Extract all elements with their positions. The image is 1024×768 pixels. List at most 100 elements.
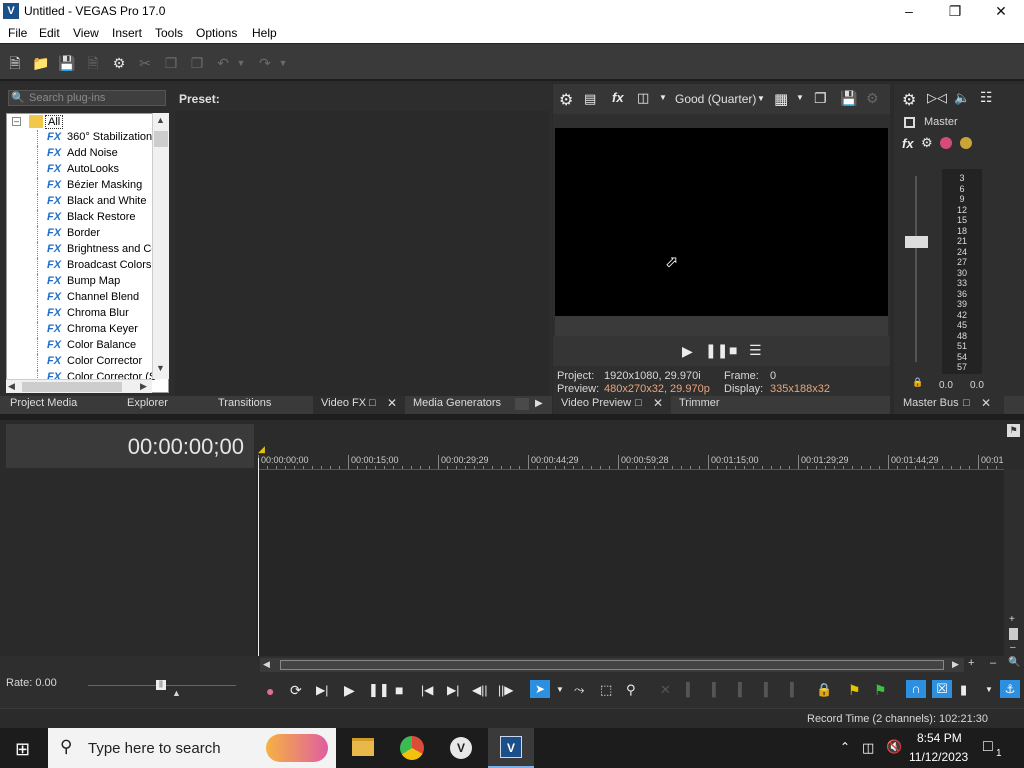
trim-icon[interactable]: ▍ [686, 682, 696, 698]
plugin-item[interactable]: FX Broadcast Colors [7, 258, 153, 274]
search-highlight-icon[interactable] [266, 734, 328, 762]
tray-expand-icon[interactable]: ⌃ [840, 740, 850, 754]
menu-edit[interactable]: Edit [39, 26, 60, 40]
network-icon[interactable]: ◫ [862, 740, 874, 756]
marker-icon[interactable]: ⚑ [1007, 424, 1020, 437]
go-to-end-icon[interactable]: ▶| [447, 683, 459, 697]
plugin-item[interactable]: FX Add Noise [7, 146, 153, 162]
edit-tool-dropdown-icon[interactable]: ▼ [556, 685, 564, 694]
vivaldi-icon[interactable]: V [450, 737, 472, 759]
zoom-in-icon[interactable]: + [968, 657, 974, 669]
plugin-item[interactable]: FX Channel Blend [7, 290, 153, 306]
preview-disabled-icon[interactable]: ⚙ [866, 90, 879, 107]
chrome-icon[interactable] [400, 736, 424, 760]
play-from-start-icon[interactable]: ▶| [316, 683, 328, 697]
plugin-item[interactable]: FX Chroma Blur [7, 306, 153, 322]
plugin-item[interactable]: FX Brightness and Co [7, 242, 158, 258]
next-frame-icon[interactable]: ||▶ [498, 683, 513, 697]
undock-icon[interactable]: □ [963, 397, 970, 409]
timeline-hscroll[interactable]: ◀ ▶ [260, 658, 964, 672]
render-icon[interactable]: 🗎 [84, 54, 102, 72]
split-alt-icon[interactable]: ▍ [790, 682, 800, 698]
plugin-search-input[interactable]: 🔍 Search plug-ins [8, 90, 166, 106]
undock-icon[interactable]: □ [369, 397, 376, 409]
plugin-tree-hscrollbar[interactable]: ◀ ▶ [6, 379, 152, 393]
close-tab-icon[interactable]: ✕ [653, 396, 663, 410]
undo-dropdown-icon[interactable]: ▼ [236, 54, 246, 72]
preview-settings-gear-icon[interactable]: ⚙ [559, 90, 573, 110]
tab-trimmer[interactable]: Trimmer [679, 397, 720, 409]
plugin-item[interactable]: FX 360° Stabilization [7, 130, 153, 146]
hscroll-thumb[interactable] [280, 660, 944, 670]
zoom-edit-tool-icon[interactable]: ⚲ [626, 682, 636, 698]
lock-envelopes-icon[interactable]: ⚓ [1000, 680, 1020, 698]
plugin-item[interactable]: FX Black and White [7, 194, 153, 210]
video-preview-screen[interactable]: ⬀ [555, 128, 888, 316]
taskbar-search-box[interactable]: ⚲ Type here to search [48, 728, 336, 768]
menu-help[interactable]: Help [252, 26, 277, 40]
go-to-start-icon[interactable]: |◀ [421, 683, 433, 697]
scroll-left-icon[interactable]: ◀ [8, 381, 15, 392]
vscroll-thumb[interactable] [1009, 628, 1018, 640]
split-screen-icon[interactable]: ◫ [637, 90, 649, 106]
paste-icon[interactable]: ❐ [188, 54, 206, 72]
tab-media-generators[interactable]: Media Generators [413, 397, 501, 409]
overlays-dropdown-icon[interactable]: ▼ [796, 93, 804, 102]
undo-icon[interactable]: ↶ [214, 54, 232, 72]
master-fx-icon[interactable]: fx [902, 136, 914, 151]
close-tab-icon[interactable]: ✕ [387, 396, 397, 410]
insert-marker-icon[interactable]: ⚑ [848, 682, 861, 699]
trim-start-icon[interactable]: ▍ [712, 682, 722, 698]
master-checkbox[interactable] [904, 117, 915, 128]
auto-crossfade-icon[interactable]: ☒ [932, 680, 952, 698]
solo-icon[interactable] [960, 137, 972, 149]
external-monitor-icon[interactable]: ▤ [584, 91, 596, 107]
split-dropdown-icon[interactable]: ▼ [659, 93, 667, 102]
timeline-ruler[interactable]: 00:00:00;00 00:00:15;00 00:00:29;29 00:00:4… [258, 450, 1004, 470]
redo-dropdown-icon[interactable]: ▼ [278, 54, 288, 72]
maximize-button[interactable]: ❐ [932, 0, 978, 23]
close-button[interactable]: ✕ [978, 0, 1024, 23]
zoom-in-vertical-icon[interactable]: + [1009, 614, 1015, 625]
stop-icon[interactable]: ■ [729, 342, 737, 358]
menu-tools[interactable]: Tools [155, 26, 183, 40]
menu-file[interactable]: File [8, 26, 27, 40]
scroll-up-icon[interactable]: ▲ [156, 115, 165, 125]
save-icon[interactable]: 💾 [58, 54, 76, 72]
cut-icon[interactable]: ✂ [136, 54, 154, 72]
open-folder-icon[interactable]: 📁 [32, 54, 50, 72]
master-chain-icon[interactable]: ⚙ [921, 135, 933, 151]
copy-snapshot-icon[interactable]: ❐ [814, 90, 827, 107]
previous-frame-icon[interactable]: ◀|| [472, 683, 487, 697]
vegas-taskbar-button[interactable]: V [488, 728, 534, 768]
redo-icon[interactable]: ↷ [256, 54, 274, 72]
selection-tool-icon[interactable]: ⬚ [600, 682, 612, 698]
overlays-grid-icon[interactable]: ▦ [774, 90, 788, 108]
preview-quality-select[interactable]: Good (Quarter) [675, 92, 756, 106]
scroll-thumb[interactable] [154, 131, 168, 147]
plugin-item[interactable]: FX AutoLooks [7, 162, 153, 178]
zoom-out-icon[interactable]: – [990, 657, 996, 669]
tab-overflow[interactable] [515, 398, 529, 410]
rate-slider-handle[interactable]: || [156, 680, 166, 690]
ripple-edit-icon[interactable]: ▮ [960, 682, 967, 698]
minimize-button[interactable]: – [886, 0, 932, 23]
downmix-icon[interactable]: ▷◁ [927, 90, 947, 106]
tab-video-preview[interactable]: Video Preview [561, 397, 631, 409]
zoom-tool-icon[interactable]: 🔍 [1008, 657, 1020, 668]
plugin-item[interactable]: FX Black Restore [7, 210, 153, 226]
scroll-right-icon[interactable]: ▶ [952, 659, 959, 670]
mixer-icon[interactable]: ☷ [980, 89, 993, 106]
tab-scroll-right-icon[interactable]: ▶ [535, 398, 543, 409]
close-tab-icon[interactable]: ✕ [981, 396, 991, 410]
pause-icon[interactable]: ❚❚ [368, 682, 390, 698]
volume-muted-icon[interactable]: 🔇 [886, 739, 902, 755]
delete-icon[interactable]: ✕ [660, 682, 671, 698]
loop-icon[interactable]: ⟳ [290, 682, 302, 699]
speaker-icon[interactable]: 🔈 [954, 90, 970, 106]
tab-video-fx[interactable]: Video FX [321, 397, 366, 409]
ripple-dropdown-icon[interactable]: ▼ [985, 685, 993, 694]
plugin-tree-vscrollbar[interactable]: ▲ ▼ [152, 113, 169, 379]
lock-events-icon[interactable]: 🔒 [816, 682, 832, 698]
tab-explorer[interactable]: Explorer [127, 397, 168, 409]
